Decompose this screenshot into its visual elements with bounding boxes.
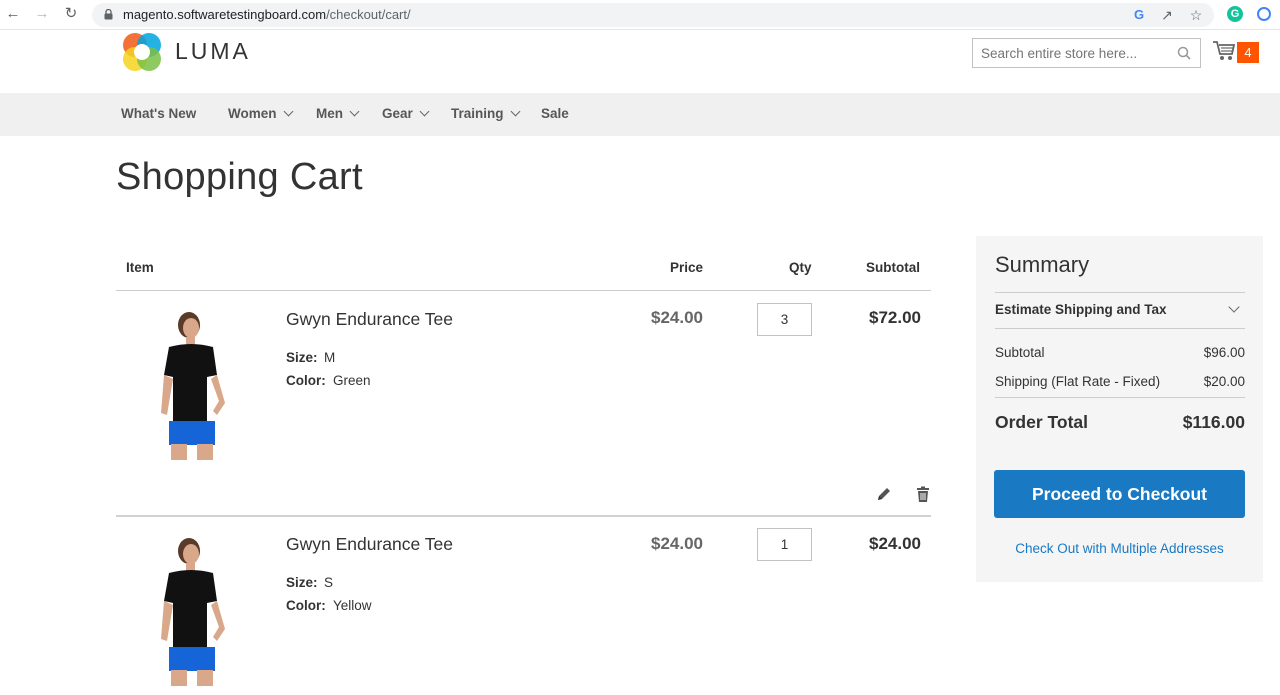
summary-title: Summary	[995, 252, 1090, 277]
nav-item-label: Women	[228, 106, 277, 121]
item-subtotal: $24.00	[869, 534, 921, 553]
order-summary-panel: Summary Estimate Shipping and Tax Subtot…	[976, 236, 1263, 582]
summary-divider	[995, 397, 1245, 398]
nav-item-whats-new[interactable]: What's New	[121, 106, 196, 121]
item-subtotal: $72.00	[869, 308, 921, 327]
lock-icon	[104, 9, 113, 20]
proceed-to-checkout-button[interactable]: Proceed to Checkout	[994, 470, 1245, 518]
edit-pencil-icon[interactable]	[876, 486, 892, 502]
search-input[interactable]	[973, 39, 1163, 67]
summary-divider	[995, 292, 1245, 293]
column-header-subtotal: Subtotal	[866, 260, 920, 275]
url-text: magento.softwaretestingboard.com/checkou…	[123, 7, 411, 22]
search-field[interactable]	[972, 38, 1201, 68]
order-total-label: Order Total	[995, 412, 1089, 432]
item-price: $24.00	[651, 534, 703, 553]
size-value: S	[324, 575, 334, 590]
estimate-shipping-toggle[interactable]: Estimate Shipping and Tax	[995, 302, 1167, 317]
main-navigation: What's New Women Men Gear Training Sale	[0, 93, 1280, 136]
shipping-value: $20.00	[1203, 374, 1245, 389]
chevron-down-icon	[283, 106, 293, 117]
nav-item-women[interactable]: Women	[228, 106, 293, 121]
color-label: Color:	[286, 373, 326, 388]
chevron-down-icon	[349, 106, 360, 117]
nav-item-label: Gear	[382, 106, 413, 121]
multiple-addresses-link[interactable]: Check Out with Multiple Addresses	[976, 541, 1263, 556]
logo-text: LUMA	[175, 38, 251, 64]
nav-item-sale[interactable]: Sale	[541, 106, 569, 121]
cart-count-badge[interactable]: 4	[1237, 42, 1259, 63]
browser-toolbar: ← → ↻ magento.softwaretestingboard.com/c…	[0, 0, 1280, 30]
cart-icon[interactable]	[1212, 40, 1236, 62]
address-bar[interactable]: magento.softwaretestingboard.com/checkou…	[92, 3, 1214, 27]
subtotal-label: Subtotal	[995, 345, 1045, 360]
page-title: Shopping Cart	[116, 156, 363, 198]
chevron-down-icon	[419, 106, 430, 117]
luma-logo-icon	[123, 33, 161, 71]
shipping-label: Shipping (Flat Rate - Fixed)	[995, 374, 1161, 389]
order-total-value: $116.00	[1182, 412, 1245, 432]
nav-item-label: Men	[316, 106, 343, 121]
color-value: Green	[333, 373, 371, 388]
size-value: M	[324, 350, 336, 365]
color-value: Yellow	[333, 598, 372, 613]
quantity-field[interactable]	[757, 528, 812, 561]
chevron-down-icon	[510, 106, 520, 117]
column-header-item: Item	[126, 260, 154, 275]
quantity-field[interactable]	[757, 303, 812, 336]
forward-icon[interactable]: →	[33, 5, 51, 23]
bookmark-star-icon[interactable]: ☆	[1187, 6, 1205, 24]
size-label: Size:	[286, 350, 318, 365]
product-image[interactable]	[131, 303, 251, 463]
quantity-input[interactable]	[758, 529, 811, 560]
product-name-link[interactable]: Gwyn Endurance Tee	[286, 534, 453, 555]
row-divider	[116, 515, 931, 517]
item-price: $24.00	[651, 308, 703, 327]
size-label: Size:	[286, 575, 318, 590]
quantity-input[interactable]	[758, 304, 811, 335]
grammarly-extension-icon[interactable]: G	[1227, 6, 1243, 22]
color-label: Color:	[286, 598, 326, 613]
subtotal-value: $96.00	[1203, 345, 1245, 360]
google-icon[interactable]: G	[1130, 6, 1148, 24]
nav-item-label: Sale	[541, 106, 569, 121]
product-name-link[interactable]: Gwyn Endurance Tee	[286, 309, 453, 330]
nav-item-gear[interactable]: Gear	[382, 106, 430, 121]
search-icon[interactable]	[1177, 46, 1191, 60]
back-icon[interactable]: ←	[4, 5, 22, 23]
nav-item-label: Training	[451, 106, 504, 121]
product-image[interactable]	[131, 529, 251, 689]
column-header-qty: Qty	[789, 260, 812, 275]
nav-item-training[interactable]: Training	[451, 106, 520, 121]
luma-logo[interactable]: LUMA	[121, 31, 261, 71]
url-host: magento.softwaretestingboard.com	[123, 7, 327, 22]
nav-item-label: What's New	[121, 106, 197, 121]
reload-icon[interactable]: ↻	[62, 5, 80, 23]
nav-item-men[interactable]: Men	[316, 106, 360, 121]
table-divider	[116, 290, 931, 291]
column-header-price: Price	[670, 260, 704, 275]
share-icon[interactable]: ↗	[1158, 6, 1176, 24]
extension-icon[interactable]	[1257, 7, 1271, 21]
url-path: /checkout/cart/	[326, 7, 411, 22]
chevron-down-icon[interactable]	[1228, 301, 1240, 313]
summary-divider	[995, 328, 1245, 329]
trash-icon[interactable]	[915, 486, 931, 502]
